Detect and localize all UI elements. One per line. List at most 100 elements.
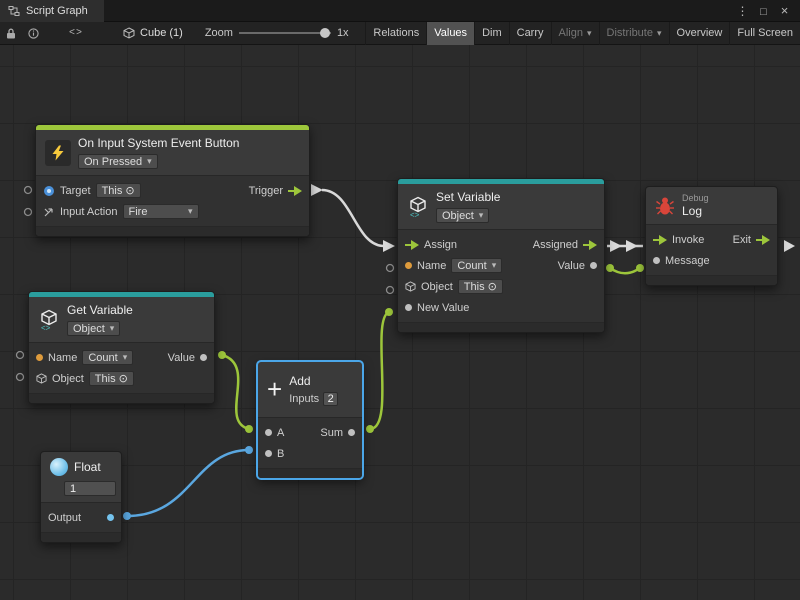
- variable-cube-icon: <>: [407, 196, 429, 218]
- trigger-label: Trigger: [249, 185, 283, 197]
- a-label: A: [277, 427, 284, 439]
- invoke-port[interactable]: [653, 235, 667, 245]
- sum-port[interactable]: [348, 429, 355, 436]
- wire-sum-newvalue[interactable]: [366, 308, 393, 433]
- breadcrumb[interactable]: Cube (1): [115, 27, 191, 39]
- cube-icon: [123, 27, 135, 39]
- lock-icon[interactable]: [0, 22, 22, 44]
- port-row-target: Target This Trigger: [36, 180, 309, 201]
- wire-assigned-invoke[interactable]: [607, 240, 643, 252]
- node-title: Get Variable: [67, 303, 133, 317]
- zoom-label: Zoom: [205, 27, 233, 39]
- zoom-slider[interactable]: [239, 32, 331, 34]
- name-dropdown[interactable]: Count: [451, 258, 502, 273]
- object-cube-icon: [405, 281, 416, 292]
- dim-button[interactable]: Dim: [474, 22, 509, 45]
- node-float[interactable]: Float 1 Output: [40, 451, 122, 543]
- title-bar: Script Graph: [0, 0, 800, 22]
- port-row-output: Output: [41, 507, 121, 528]
- target-icon: [119, 372, 128, 385]
- port-row-input-action: Input Action Fire: [36, 201, 309, 222]
- name-port[interactable]: [36, 354, 43, 361]
- target-value-chip[interactable]: This: [96, 183, 141, 198]
- target-icon: [488, 280, 497, 293]
- zoom-slider-knob[interactable]: [320, 28, 330, 38]
- node-set-variable[interactable]: <> Set Variable Object Assign Assigned N…: [397, 178, 605, 333]
- float-value-field[interactable]: 1: [64, 481, 116, 496]
- assign-label: Assign: [424, 239, 457, 251]
- tab-title: Script Graph: [26, 5, 88, 17]
- output-label: Output: [48, 512, 81, 524]
- overview-button[interactable]: Overview: [669, 22, 730, 45]
- variable-scope-dropdown[interactable]: Object: [436, 208, 489, 223]
- fullscreen-button[interactable]: Full Screen: [729, 22, 800, 45]
- assign-port[interactable]: [405, 240, 419, 250]
- assigned-port[interactable]: [583, 240, 597, 250]
- wire-getvalue-a[interactable]: [218, 351, 253, 433]
- breadcrumb-label: Cube (1): [140, 27, 183, 39]
- message-label: Message: [665, 255, 710, 267]
- graph-toolbar: Cube (1) Zoom 1x Relations Values Dim Ca…: [0, 22, 800, 45]
- node-footer: [398, 323, 604, 332]
- name-label: Name: [417, 260, 446, 272]
- node-get-variable[interactable]: <> Get Variable Object Name Count Value …: [28, 291, 215, 404]
- value-port[interactable]: [590, 262, 597, 269]
- values-button[interactable]: Values: [426, 22, 474, 45]
- window-menu-icon[interactable]: [735, 4, 750, 18]
- info-icon[interactable]: [22, 22, 45, 44]
- node-debug-log[interactable]: Debug Log Invoke Exit Message: [645, 186, 778, 286]
- node-add[interactable]: Add Inputs 2 A Sum B: [257, 361, 363, 479]
- b-port[interactable]: [265, 450, 272, 457]
- target-label: Target: [60, 185, 91, 197]
- plus-icon: [267, 379, 282, 401]
- a-port[interactable]: [265, 429, 272, 436]
- node-footer: [646, 276, 777, 285]
- tab-script-graph[interactable]: Script Graph: [0, 0, 104, 22]
- wire-value-message[interactable]: [606, 264, 644, 273]
- new-value-label: New Value: [417, 302, 469, 314]
- align-button[interactable]: Align: [551, 22, 599, 45]
- name-port[interactable]: [405, 262, 412, 269]
- name-dropdown[interactable]: Count: [82, 350, 133, 365]
- exit-arrow[interactable]: [784, 240, 795, 252]
- new-value-port[interactable]: [405, 304, 412, 311]
- wire-trigger-assign[interactable]: [311, 184, 395, 252]
- object-value-chip[interactable]: This: [458, 279, 503, 294]
- message-port[interactable]: [653, 257, 660, 264]
- node-footer: [36, 227, 309, 236]
- carry-button[interactable]: Carry: [509, 22, 551, 45]
- float-icon: [50, 458, 68, 476]
- object-value-chip[interactable]: This: [89, 371, 134, 386]
- name-label: Name: [48, 352, 77, 364]
- close-icon[interactable]: [777, 3, 792, 18]
- maximize-icon[interactable]: [756, 4, 771, 18]
- trigger-port[interactable]: [288, 186, 302, 196]
- wire-float-b[interactable]: [123, 446, 253, 520]
- zoom-value: 1x: [337, 27, 349, 39]
- b-label: B: [277, 448, 284, 460]
- variable-scope-dropdown[interactable]: Object: [67, 321, 120, 336]
- event-mode-dropdown[interactable]: On Pressed: [78, 154, 158, 169]
- relations-button[interactable]: Relations: [365, 22, 426, 45]
- port-row-object: Object This: [398, 276, 604, 297]
- object-cube-icon: [36, 373, 47, 384]
- distribute-button[interactable]: Distribute: [599, 22, 669, 45]
- output-port[interactable]: [107, 514, 114, 521]
- gameobject-icon: [43, 185, 55, 197]
- svg-text:<>: <>: [410, 210, 420, 218]
- lightning-icon: [45, 140, 71, 166]
- svg-text:<>: <>: [41, 323, 51, 331]
- exit-port[interactable]: [756, 235, 770, 245]
- graph-canvas[interactable]: On Input System Event Button On Pressed …: [0, 45, 800, 600]
- port-row-message: Message: [646, 250, 777, 271]
- node-footer: [41, 533, 121, 542]
- value-port[interactable]: [200, 354, 207, 361]
- input-action-dropdown[interactable]: Fire: [123, 204, 199, 219]
- port-row-name: Name Count Value: [29, 347, 214, 368]
- node-on-input-event[interactable]: On Input System Event Button On Pressed …: [35, 124, 310, 237]
- inputs-count-field[interactable]: 2: [323, 392, 338, 406]
- input-action-label: Input Action: [60, 206, 118, 218]
- node-title: Set Variable: [436, 190, 500, 204]
- assigned-label: Assigned: [533, 239, 578, 251]
- code-icon[interactable]: [63, 22, 89, 44]
